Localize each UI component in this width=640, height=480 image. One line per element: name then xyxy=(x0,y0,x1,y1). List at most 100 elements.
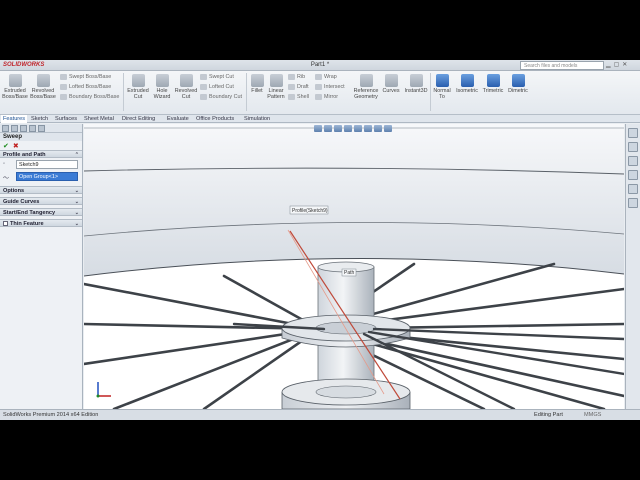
chevron-up-icon[interactable]: ⌃ xyxy=(75,152,79,158)
resources-icon[interactable] xyxy=(628,128,638,138)
draft-button[interactable]: Draft xyxy=(288,84,309,90)
guide-curves-section[interactable]: Guide Curves ⌄ xyxy=(0,197,82,205)
zoom-to-fit-icon[interactable] xyxy=(314,125,322,132)
dimetric-icon xyxy=(511,74,525,87)
isometric-icon xyxy=(460,74,474,87)
curves-button[interactable]: Curves xyxy=(381,74,401,94)
title-bar: SOLIDWORKS Part1 * Search files and mode… xyxy=(0,60,640,71)
hide-show-icon[interactable] xyxy=(374,125,382,132)
property-manager-panel: Sweep ✔ ✖ Profile and Path ⌃ ◦ Sketch9 〜 Ope… xyxy=(0,124,83,409)
instant3d-button[interactable]: Instant3D xyxy=(402,74,430,94)
path-selection-box[interactable]: Open Group<1> xyxy=(16,172,78,181)
design-library-icon[interactable] xyxy=(628,142,638,152)
display-manager-icon[interactable] xyxy=(38,125,45,132)
ok-check-icon[interactable]: ✔ xyxy=(3,143,9,150)
tab-evaluate[interactable]: Evaluate xyxy=(165,115,191,123)
revolved-cut-icon xyxy=(179,74,193,87)
tab-office-products[interactable]: Office Products xyxy=(194,115,236,123)
start-end-tangency-section[interactable]: Start/End Tangency ⌄ xyxy=(0,208,82,216)
swept-cut-button[interactable]: Swept Cut xyxy=(200,74,234,80)
view-orientation-icon[interactable] xyxy=(354,125,362,132)
tab-sheet-metal[interactable]: Sheet Metal xyxy=(82,115,116,123)
window-controls[interactable]: ▁▢✕ xyxy=(606,61,638,70)
cancel-x-icon[interactable]: ✖ xyxy=(13,143,19,150)
feature-manager-icon[interactable] xyxy=(2,125,9,132)
profile-and-path-section[interactable]: Profile and Path ⌃ xyxy=(0,150,82,158)
tab-simulation[interactable]: Simulation xyxy=(242,115,272,123)
tab-features[interactable]: Features xyxy=(1,115,28,123)
profile-callout: Profile(Sketch9) xyxy=(292,208,328,214)
extruded-boss-button[interactable]: Extruded Boss/Base xyxy=(2,74,28,100)
mirror-button[interactable]: Mirror xyxy=(315,94,338,100)
tab-sketch[interactable]: Sketch xyxy=(29,115,50,123)
boundary-cut-button[interactable]: Boundary Cut xyxy=(200,94,242,100)
path-icon: 〜 xyxy=(3,176,10,182)
chevron-down-icon[interactable]: ⌄ xyxy=(75,221,79,227)
rim-surface xyxy=(84,124,624,276)
chevron-down-icon[interactable]: ⌄ xyxy=(75,210,79,216)
revolved-boss-button[interactable]: Revolved Boss/Base xyxy=(29,74,57,100)
property-manager-icon[interactable] xyxy=(11,125,18,132)
dimxpert-icon[interactable] xyxy=(29,125,36,132)
instant3d-icon xyxy=(409,74,423,87)
tab-surfaces[interactable]: Surfaces xyxy=(53,115,79,123)
task-pane xyxy=(625,124,640,409)
section-view-icon[interactable] xyxy=(344,125,352,132)
units-label[interactable]: MMGS xyxy=(584,412,601,418)
trimetric-button[interactable]: Trimetric xyxy=(480,74,506,94)
search-input[interactable]: Search files and models xyxy=(520,61,604,70)
graphics-area[interactable]: Profile(Sketch9) Path xyxy=(84,124,624,409)
path-field[interactable]: 〜 Open Group<1> xyxy=(0,171,82,182)
linear-pattern-button[interactable]: Linear Pattern xyxy=(266,74,286,100)
swept-boss-button[interactable]: Swept Boss/Base xyxy=(60,74,111,80)
custom-properties-icon[interactable] xyxy=(628,198,638,208)
upper-hub-bore xyxy=(315,321,377,335)
wrap-button[interactable]: Wrap xyxy=(315,74,337,80)
tab-direct-editing[interactable]: Direct Editing xyxy=(120,115,157,123)
previous-view-icon[interactable] xyxy=(334,125,342,132)
configuration-manager-icon[interactable] xyxy=(20,125,27,132)
revolved-cut-button[interactable]: Revolved Cut xyxy=(173,74,199,100)
chevron-down-icon[interactable]: ⌄ xyxy=(75,199,79,205)
lofted-boss-button[interactable]: Lofted Boss/Base xyxy=(60,84,111,90)
view-palette-icon[interactable] xyxy=(628,170,638,180)
appearances-icon[interactable] xyxy=(628,184,638,194)
normal-to-icon xyxy=(435,74,449,87)
heads-up-view-toolbar xyxy=(314,125,434,132)
dimetric-button[interactable]: Dimetric xyxy=(506,74,530,94)
fillet-icon xyxy=(250,74,264,87)
rib-button[interactable]: Rib xyxy=(288,74,305,80)
command-manager-tabs: Features Sketch Surfaces Sheet Metal Dir… xyxy=(0,115,640,123)
profile-selection-box[interactable]: Sketch9 xyxy=(16,160,78,169)
reference-geometry-button[interactable]: Reference Geometry xyxy=(351,74,381,100)
extrude-icon xyxy=(8,74,22,87)
extruded-cut-button[interactable]: Extruded Cut xyxy=(126,74,150,100)
command-manager-ribbon: Extruded Boss/Base Revolved Boss/Base Sw… xyxy=(0,71,640,115)
ok-cancel-row: ✔ ✖ xyxy=(0,141,82,150)
profile-field[interactable]: ◦ Sketch9 xyxy=(0,159,82,170)
shell-button[interactable]: Shell xyxy=(288,94,309,100)
zoom-area-icon[interactable] xyxy=(324,125,332,132)
manager-tabs xyxy=(0,124,82,133)
lower-hub-bore xyxy=(315,385,377,399)
mode-label: Editing Part xyxy=(534,412,563,418)
thin-feature-section[interactable]: Thin Feature ⌄ xyxy=(0,219,82,227)
thin-feature-checkbox[interactable] xyxy=(3,221,8,227)
options-section[interactable]: Options ⌄ xyxy=(0,186,82,194)
fillet-button[interactable]: Fillet xyxy=(249,74,265,94)
intersect-button[interactable]: Intersect xyxy=(315,84,345,90)
linear-pattern-icon xyxy=(269,74,283,87)
edit-appearance-icon[interactable] xyxy=(384,125,392,132)
boundary-boss-button[interactable]: Boundary Boss/Base xyxy=(60,94,119,100)
trimetric-icon xyxy=(486,74,500,87)
hole-wizard-button[interactable]: Hole Wizard xyxy=(151,74,173,100)
isometric-button[interactable]: Isometric xyxy=(454,74,480,94)
normal-to-button[interactable]: Normal To xyxy=(431,74,453,100)
display-style-icon[interactable] xyxy=(364,125,372,132)
status-bar: SolidWorks Premium 2014 x64 Edition Edit… xyxy=(0,409,640,420)
file-explorer-icon[interactable] xyxy=(628,156,638,166)
lofted-cut-button[interactable]: Lofted Cut xyxy=(200,84,234,90)
hole-icon xyxy=(155,74,169,87)
profile-icon: ◦ xyxy=(3,161,6,167)
chevron-down-icon[interactable]: ⌄ xyxy=(75,188,79,194)
